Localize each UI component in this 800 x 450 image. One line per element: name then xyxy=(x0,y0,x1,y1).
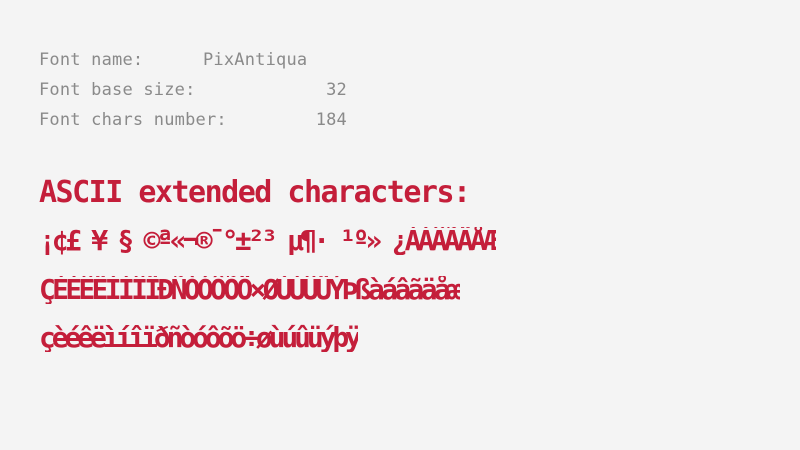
font-chars-number-value: 184 xyxy=(315,110,347,130)
font-base-size-label: Font base size: xyxy=(39,80,196,100)
glyph-sample-line-1: ¡¢£ ¥ § ©ª«¬®¯°±²³ µ¶· ¹º» ¿ÀÁÂÃÄÅÆ xyxy=(39,227,497,255)
glyph-sample-line-2: ÇÈÉÊËÌÍÎÏÐÑÒÓÔÕÖ×ØÙÚÛÜÝÞßàáâãäåæ xyxy=(39,276,461,304)
sample-heading: ASCII extended characters: xyxy=(39,178,470,208)
font-name-label: Font name: xyxy=(39,50,144,70)
font-base-size-value: 32 xyxy=(326,80,347,100)
font-name-value: PixAntiqua xyxy=(203,50,308,70)
font-chars-number-label: Font chars number: xyxy=(39,110,227,130)
glyph-sample-line-3: çèéêëìíîïðñòóôõö÷øùúûüýþÿ xyxy=(39,324,358,352)
font-preview-canvas: Font name: PixAntiqua Font base size: 32… xyxy=(0,0,800,450)
